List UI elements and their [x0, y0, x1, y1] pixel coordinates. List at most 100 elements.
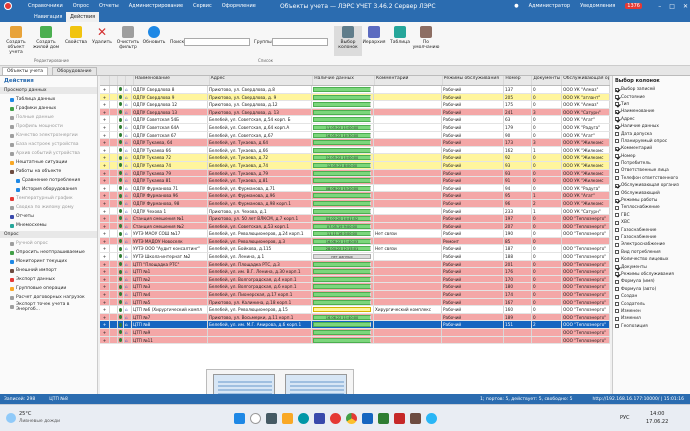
- column-option[interactable]: Газоснабжение: [613, 226, 690, 233]
- explorer-icon[interactable]: [282, 413, 293, 424]
- column-checkbox[interactable]: [615, 102, 619, 107]
- table-row[interactable]: + ⌂ ОДПУ Тукаева 66 Белебей, ул. Тукаева, д…: [100, 146, 610, 155]
- sidebar-item[interactable]: Температурный график: [0, 194, 97, 203]
- expand-icon[interactable]: +: [100, 291, 110, 298]
- weather-text[interactable]: Ливневые дожди: [19, 419, 60, 424]
- table-row[interactable]: + ⌂ ЦТП №1 Белебей, ул. им. В.Г. Ленина, д.…: [100, 268, 610, 276]
- menu-item-theme[interactable]: Оформление: [222, 3, 256, 9]
- table-row[interactable]: + ⌂ ЦТП №7 Приютово, ул. Восьмерки, д.11 ко…: [100, 313, 610, 322]
- column-option[interactable]: Обслуживающая организ: [613, 182, 690, 189]
- create-house-button[interactable]: Создать жилой дом: [32, 26, 60, 50]
- column-option[interactable]: Газоснабжение: [613, 234, 690, 241]
- sidebar-item[interactable]: Профиль мощности: [0, 122, 97, 131]
- telegram-icon[interactable]: [426, 413, 437, 424]
- table-row[interactable]: + ⌂ ОДПУ Фурманова 96 Белебей, ул. Фурманов…: [100, 192, 610, 200]
- column-option[interactable]: ГВС: [613, 212, 690, 219]
- sidebar-item[interactable]: Сравнение потребления: [0, 176, 97, 185]
- table-row[interactable]: + ⌂ ОДПУ Советская 64А Белебей, ул. Советск…: [100, 123, 610, 132]
- expand-icon[interactable]: +: [100, 222, 110, 230]
- column-option[interactable]: Комментарий: [613, 145, 690, 152]
- column-option[interactable]: Режимы обслуживания: [613, 271, 690, 278]
- column-checkbox[interactable]: [615, 250, 619, 255]
- expand-icon[interactable]: +: [100, 215, 110, 222]
- create-object-button[interactable]: Создать объект учета: [2, 26, 30, 55]
- tab-equipment[interactable]: Оборудование: [52, 67, 97, 76]
- column-checkbox[interactable]: [615, 95, 619, 100]
- column-option[interactable]: Создан: [613, 293, 690, 300]
- expand-icon[interactable]: +: [100, 116, 110, 123]
- column-checkbox[interactable]: [615, 287, 619, 292]
- row-checkbox[interactable]: [110, 108, 118, 116]
- sidebar-item[interactable]: Внешний импорт: [0, 266, 97, 275]
- properties-button[interactable]: Свойства: [62, 26, 90, 45]
- notifications-badge[interactable]: 1376: [625, 3, 642, 9]
- row-checkbox[interactable]: [110, 336, 118, 344]
- table-row[interactable]: + ⌂ ЦТП №2 Белебей, ул. Волгоградская, д.4 …: [100, 275, 610, 284]
- column-option[interactable]: Адрес: [613, 116, 690, 123]
- table-row[interactable]: + ⌂ ОДПУ Фурманова, 98 Белебей, ул. Фурмано…: [100, 199, 610, 208]
- expand-icon[interactable]: +: [100, 139, 110, 146]
- row-checkbox[interactable]: [110, 184, 118, 192]
- column-option[interactable]: Наименование: [613, 108, 690, 115]
- column-option[interactable]: Планируемый опрос: [613, 138, 690, 145]
- row-checkbox[interactable]: [110, 192, 118, 199]
- expand-icon[interactable]: +: [100, 86, 110, 93]
- search-input[interactable]: [184, 38, 250, 46]
- column-option[interactable]: Наличие данных: [613, 123, 690, 130]
- expand-icon[interactable]: +: [100, 184, 110, 192]
- column-checkbox[interactable]: [615, 324, 619, 329]
- table-row[interactable]: + ⌂ ОДПУ Чехова 1 Приютово, ул. Чехова, д.1…: [100, 207, 610, 216]
- column-checkbox[interactable]: [615, 146, 619, 151]
- column-option[interactable]: Количество лицевых: [613, 256, 690, 263]
- row-checkbox[interactable]: [110, 313, 118, 321]
- clock-date[interactable]: 17.06.22: [646, 419, 668, 425]
- table-row[interactable]: + ⌂ Станция смешения №2 Белебей, ул. Советс…: [100, 222, 610, 231]
- menu-item-references[interactable]: Справочники: [28, 3, 63, 9]
- column-option[interactable]: Электроснабжение: [613, 241, 690, 248]
- header-flag[interactable]: [126, 76, 134, 85]
- menu-item-reports[interactable]: Отчеты: [99, 3, 119, 9]
- row-checkbox[interactable]: [110, 329, 118, 336]
- minimize-icon[interactable]: –: [658, 3, 661, 10]
- close-icon[interactable]: ✕: [683, 3, 688, 10]
- expand-icon[interactable]: +: [100, 93, 110, 101]
- row-checkbox[interactable]: [110, 154, 118, 161]
- user-name[interactable]: Администратор: [529, 3, 570, 9]
- app-logo-icon[interactable]: [4, 2, 12, 10]
- expand-icon[interactable]: +: [100, 260, 110, 268]
- column-option[interactable]: Тип: [613, 101, 690, 108]
- table-row[interactable]: + ⌂ ОДПУ Свердлова 12 Приютово, ул. Свердло…: [100, 101, 610, 109]
- row-checkbox[interactable]: [110, 291, 118, 298]
- expand-icon[interactable]: +: [100, 154, 110, 161]
- expand-icon[interactable]: +: [100, 237, 110, 245]
- column-option[interactable]: Потребитель: [613, 160, 690, 167]
- column-checkbox[interactable]: [615, 161, 619, 166]
- tab-objects[interactable]: Объекты учета: [2, 67, 49, 76]
- header-state[interactable]: [110, 76, 118, 85]
- menu-item-service[interactable]: Сервис: [193, 3, 212, 9]
- table-row[interactable]: + ⌂ ЦТП №6 (Хирургический компл Белебей, ул…: [100, 306, 610, 314]
- table-row[interactable]: + ⌂ ЦТП №11 ООО "Теплоэнерго": [100, 336, 610, 345]
- table-row[interactable]: + ⌂ ЦТП №4 Белебей, ул. Пионерская, д.17 ко…: [100, 291, 610, 299]
- row-checkbox[interactable]: [110, 93, 118, 101]
- header-data[interactable]: Наличие данных: [313, 76, 375, 85]
- column-checkbox[interactable]: [615, 316, 619, 321]
- table-row[interactable]: + ⌂ ОДПУ Фурманова 71 Белебей, ул. Фурманов…: [100, 184, 610, 193]
- tab-actions[interactable]: Действия: [66, 12, 100, 22]
- table-row[interactable]: + ⌂ ЦТП №5 Приютово, ул. Калинина, д.18 кор…: [100, 298, 610, 307]
- table-row[interactable]: + ⌂ ОДПУ Советская 67 Белебей, ул. Советска…: [100, 131, 610, 140]
- table-row[interactable]: + ⌂ ОДПУ Тукаева 81 Белебей, ул. Тукаева, д…: [100, 177, 610, 185]
- column-checkbox[interactable]: [615, 139, 619, 144]
- row-checkbox[interactable]: [110, 298, 118, 306]
- column-checkbox[interactable]: [615, 272, 619, 277]
- row-checkbox[interactable]: [110, 139, 118, 146]
- expand-icon[interactable]: +: [100, 169, 110, 177]
- clear-filter-button[interactable]: Очистить фильтр: [114, 26, 142, 50]
- table-row[interactable]: + ⌂ ОДПУ Тукаева 79 Белебей, ул. Тукаева, д…: [100, 169, 610, 178]
- row-checkbox[interactable]: [110, 245, 118, 253]
- table-row[interactable]: + ⌂ ЦТП №9 ООО "Теплоэнерго": [100, 329, 610, 337]
- table-row[interactable]: + ⌂ УУТЭ ООО "Аудит консалтинг" Белебей, ул…: [100, 245, 610, 254]
- column-option[interactable]: Выбор записей: [613, 86, 690, 93]
- row-checkbox[interactable]: [110, 207, 118, 215]
- refresh-button[interactable]: Обновить: [140, 26, 168, 45]
